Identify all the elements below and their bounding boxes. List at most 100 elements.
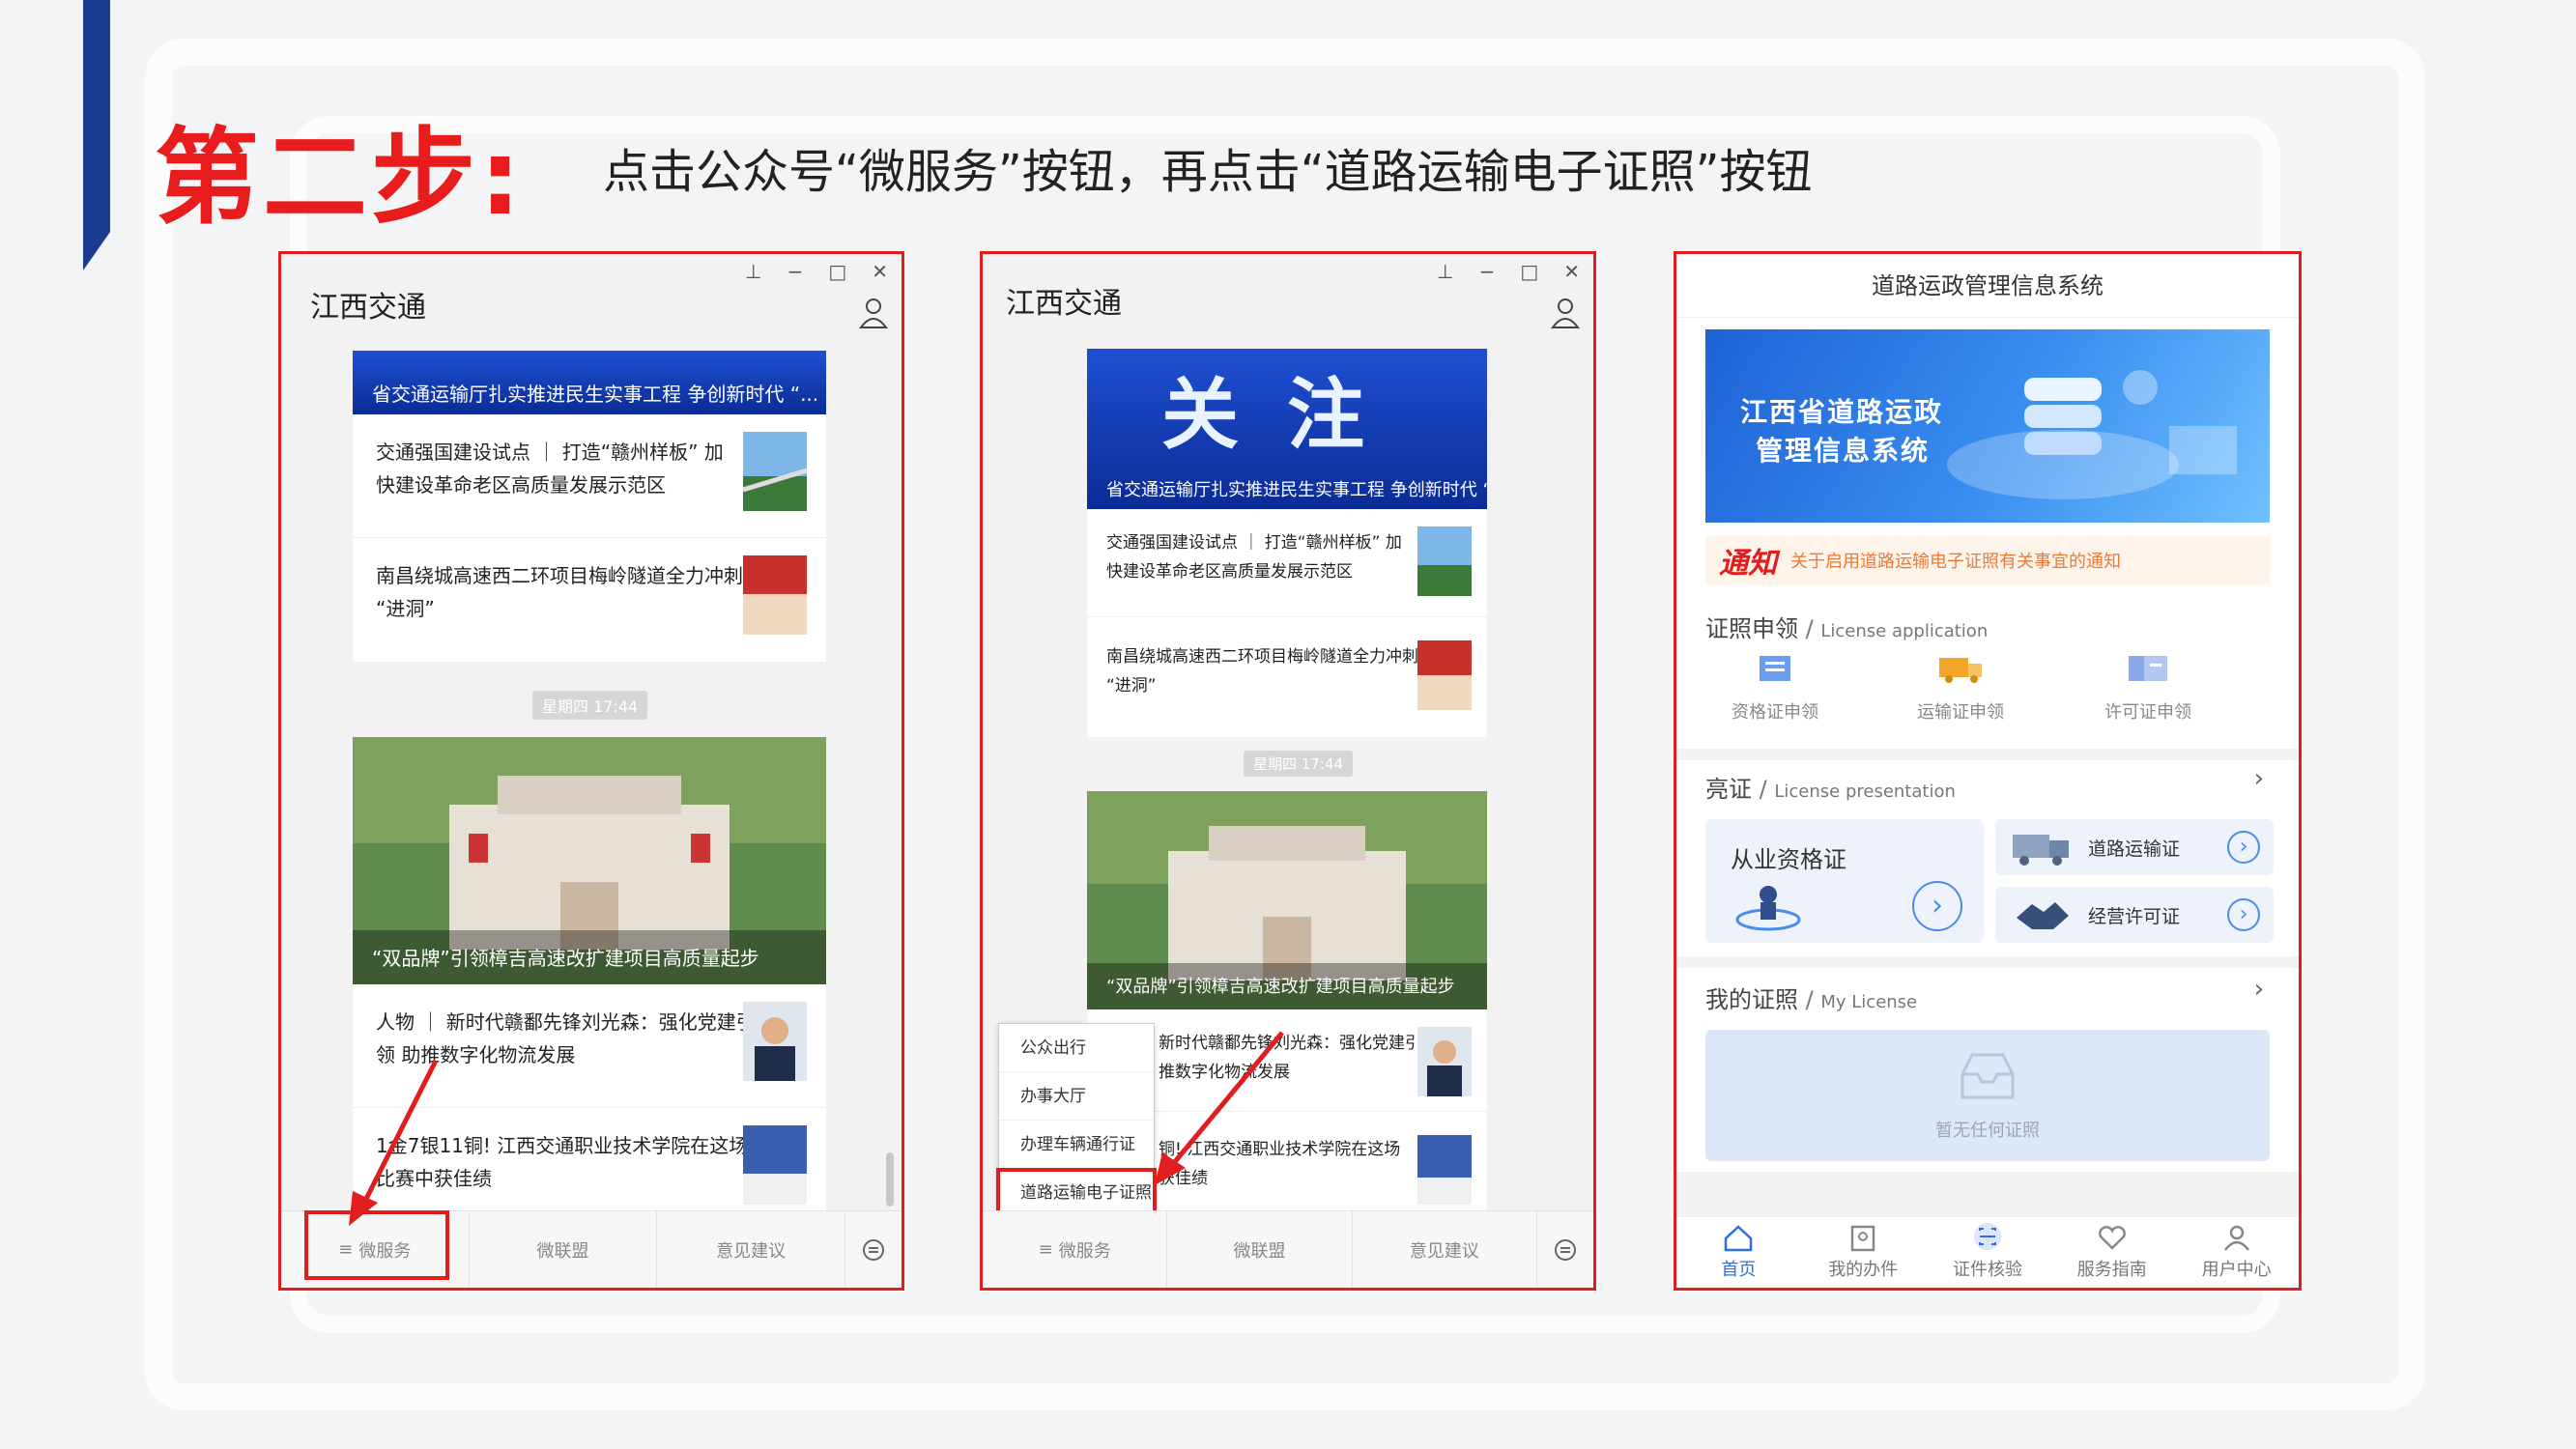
article-banner[interactable]: 关注 省交通运输厅扎实推进民生实事工程 争创新时代 “... <box>1087 349 1487 509</box>
hero-title-line: 江西省道路运政 <box>1740 396 1944 428</box>
list-item[interactable]: 人物 ｜ 新时代赣鄱先锋刘光森：强化党建引 领 助推数字化物流发展 <box>353 984 826 1108</box>
tab-service-guide[interactable]: 服务指南 <box>2049 1217 2174 1288</box>
news-title-line: 人物 ｜ 新时代赣鄱先锋刘光森：强化党建引 <box>376 1010 756 1034</box>
news-title-line: 南昌绕城高速西二环项目梅岭隧道全力冲刺 <box>376 564 743 587</box>
account-title: 江西交通 <box>1006 287 1122 321</box>
section-title: 证照申领 <box>1705 615 1798 642</box>
apply-qualification[interactable]: 资格证申领 <box>1698 650 1852 724</box>
list-item[interactable]: 南昌绕城高速西二环项目梅岭隧道全力冲刺 “进洞” <box>353 538 826 662</box>
person-icon <box>1735 886 1801 931</box>
menu-micro-service[interactable]: ≡ 微服务 <box>983 1211 1168 1288</box>
maximize-icon[interactable]: □ <box>828 260 846 283</box>
banner-caption: 省交通运输厅扎实推进民生实事工程 争创新时代 “... <box>1106 480 1487 500</box>
license-label: 道路运输证 <box>2088 838 2181 860</box>
menu-feedback[interactable]: 意见建议 <box>1353 1211 1537 1288</box>
news-thumbnail <box>743 555 807 635</box>
maximize-icon[interactable]: □ <box>1520 260 1538 283</box>
user-icon[interactable] <box>859 297 888 329</box>
user-icon[interactable] <box>1551 297 1580 329</box>
divider <box>1676 749 2299 760</box>
chevron-right-icon[interactable]: › <box>2254 764 2264 793</box>
apply-label: 许可证申领 <box>2104 702 2191 723</box>
list-item[interactable]: 交通强国建设试点 ｜ 打造“赣州样板” 加 快建设革命老区高质量发展示范区 <box>353 414 826 538</box>
menu-lines-icon: ≡ <box>1038 1239 1053 1260</box>
section-title-mine: 我的证照 / My License <box>1705 986 1918 1013</box>
photo-caption: “双品牌”引领樟吉高速改扩建项目高质量起步 <box>372 947 759 970</box>
apply-permit[interactable]: 许可证申领 <box>2071 650 2225 724</box>
list-item[interactable]: 南昌绕城高速西二环项目梅岭隧道全力冲刺 “进洞” <box>1087 617 1487 737</box>
empty-inbox-icon <box>1961 1053 2015 1099</box>
article-card: 交通强国建设试点 ｜ 打造“赣州样板” 加 快建设革命老区高质量发展示范区 南昌… <box>353 414 826 662</box>
license-business-permit-card[interactable]: 经营许可证 › <box>1995 887 2274 943</box>
news-thumbnail <box>743 1002 807 1081</box>
submenu-item-public-travel[interactable]: 公众出行 <box>999 1024 1154 1072</box>
submenu-item-service-hall[interactable]: 办事大厅 <box>999 1072 1154 1121</box>
menu-feedback[interactable]: 意见建议 <box>657 1211 846 1288</box>
hero-banner: 江西省道路运政 管理信息系统 <box>1705 329 2270 523</box>
empty-license-state: 暂无任何证照 <box>1705 1030 2270 1161</box>
minimize-icon[interactable]: − <box>787 260 804 283</box>
tab-label: 用户中心 <box>2201 1260 2272 1280</box>
tab-verify[interactable]: 证件核验 <box>1926 1217 2050 1288</box>
news-title-line: 推数字化物流发展 <box>1159 1063 1290 1082</box>
tab-label: 证件核验 <box>1952 1260 2022 1280</box>
license-road-transport-card[interactable]: 道路运输证 › <box>1995 819 2274 875</box>
news-title-line: 交通强国建设试点 ｜ 打造“赣州样板” 加 <box>1106 533 1402 553</box>
pin-icon[interactable]: ⊥ <box>745 260 761 283</box>
apply-transport[interactable]: 运输证申领 <box>1883 650 2038 724</box>
news-thumbnail <box>1417 526 1472 596</box>
pin-icon[interactable]: ⊥ <box>1437 260 1453 283</box>
tab-label: 服务指南 <box>2076 1260 2147 1280</box>
keyboard-toggle-icon[interactable] <box>1537 1211 1593 1288</box>
close-icon[interactable]: ✕ <box>1563 260 1580 283</box>
minimize-icon[interactable]: − <box>1479 260 1496 283</box>
license-qualification-card[interactable]: 从业资格证 › <box>1705 819 1984 943</box>
chevron-right-icon[interactable]: › <box>2254 975 2264 1004</box>
tab-my-affairs[interactable]: 我的办件 <box>1801 1217 1926 1288</box>
scrollbar[interactable] <box>886 1152 894 1207</box>
empty-label: 暂无任何证照 <box>1935 1121 2040 1141</box>
list-item[interactable]: 1金7银11铜! 江西交通职业技术学院在这场 比赛中获佳绩 <box>353 1108 826 1216</box>
section-title-en: License presentation <box>1774 781 1956 802</box>
close-icon[interactable]: ✕ <box>872 260 888 283</box>
article-card: 交通强国建设试点 ｜ 打造“赣州样板” 加 快建设革命老区高质量发展示范区 南昌… <box>1087 509 1487 737</box>
banner-caption: 省交通运输厅扎实推进民生实事工程 争创新时代 “... <box>372 383 819 406</box>
news-title-line: 获佳绩 <box>1159 1169 1208 1188</box>
chat-history: 省交通运输厅扎实推进民生实事工程 争创新时代 “... 交通强国建设试点 ｜ 打… <box>281 351 902 1216</box>
wechat-window-step2: ⊥ − □ ✕ 江西交通 关注 省交通运输厅扎实推进民生实事工程 争创新时代 “… <box>980 251 1596 1291</box>
article-card: 人物 ｜ 新时代赣鄱先锋刘光森：强化党建引 领 助推数字化物流发展 1金7银11… <box>353 984 826 1216</box>
article-banner[interactable]: 省交通运输厅扎实推进民生实事工程 争创新时代 “... <box>353 351 826 414</box>
submenu-item-vehicle-pass[interactable]: 办理车辆通行证 <box>999 1121 1154 1169</box>
tab-user-center[interactable]: 用户中心 <box>2174 1217 2299 1288</box>
menu-micro-alliance[interactable]: 微联盟 <box>1167 1211 1353 1288</box>
e-license-app: 道路运政管理信息系统 江西省道路运政 管理信息系统 通知 关于启用道路运输电子证… <box>1674 251 2302 1291</box>
apply-label: 运输证申领 <box>1917 702 2004 723</box>
tab-label: 首页 <box>1721 1260 1757 1280</box>
tab-home[interactable]: 首页 <box>1676 1217 1801 1288</box>
menu-micro-alliance[interactable]: 微联盟 <box>470 1211 658 1288</box>
scan-icon <box>1973 1223 2001 1250</box>
keyboard-toggle-icon[interactable] <box>845 1211 902 1288</box>
notice-bar[interactable]: 通知 关于启用道路运输电子证照有关事宜的通知 <box>1705 536 2270 584</box>
section-title-apply: 证照申领 / License application <box>1705 615 1989 642</box>
menu-label: 微服务 <box>1058 1240 1111 1262</box>
window-controls: ⊥ − □ ✕ <box>1437 260 1580 283</box>
section-title: 我的证照 <box>1705 986 1798 1013</box>
news-title-line: 1金7银11铜! 江西交通职业技术学院在这场 <box>376 1134 749 1157</box>
chevron-circle-icon: › <box>1912 881 1962 931</box>
step-instruction: 点击公众号“微服务”按钮，再点击“道路运输电子证照”按钮 <box>603 145 1813 199</box>
news-thumbnail <box>1417 1135 1472 1205</box>
app-header: 道路运政管理信息系统 <box>1676 254 2299 318</box>
article-photo[interactable]: “双品牌”引领樟吉高速改扩建项目高质量起步 <box>353 737 826 984</box>
heart-hand-icon <box>2098 1226 2126 1250</box>
permit-icon <box>2129 656 2167 681</box>
step-title: 第二步: <box>155 118 526 239</box>
news-title-line: 南昌绕城高速西二环项目梅岭隧道全力冲刺 <box>1106 647 1418 667</box>
article-photo[interactable]: “双品牌”引领樟吉高速改扩建项目高质量起步 <box>1087 791 1487 1009</box>
list-item[interactable]: 交通强国建设试点 ｜ 打造“赣州样板” 加 快建设革命老区高质量发展示范区 <box>1087 509 1487 617</box>
account-bottom-menu: ≡ 微服务 微联盟 意见建议 <box>983 1210 1593 1288</box>
tab-label: 我的办件 <box>1828 1260 1899 1280</box>
divider <box>1676 1172 2299 1220</box>
app-tabbar: 首页 我的办件 证件核验 服务指南 用户中心 <box>1676 1216 2299 1288</box>
timestamp: 星期四 17:44 <box>1244 751 1353 777</box>
